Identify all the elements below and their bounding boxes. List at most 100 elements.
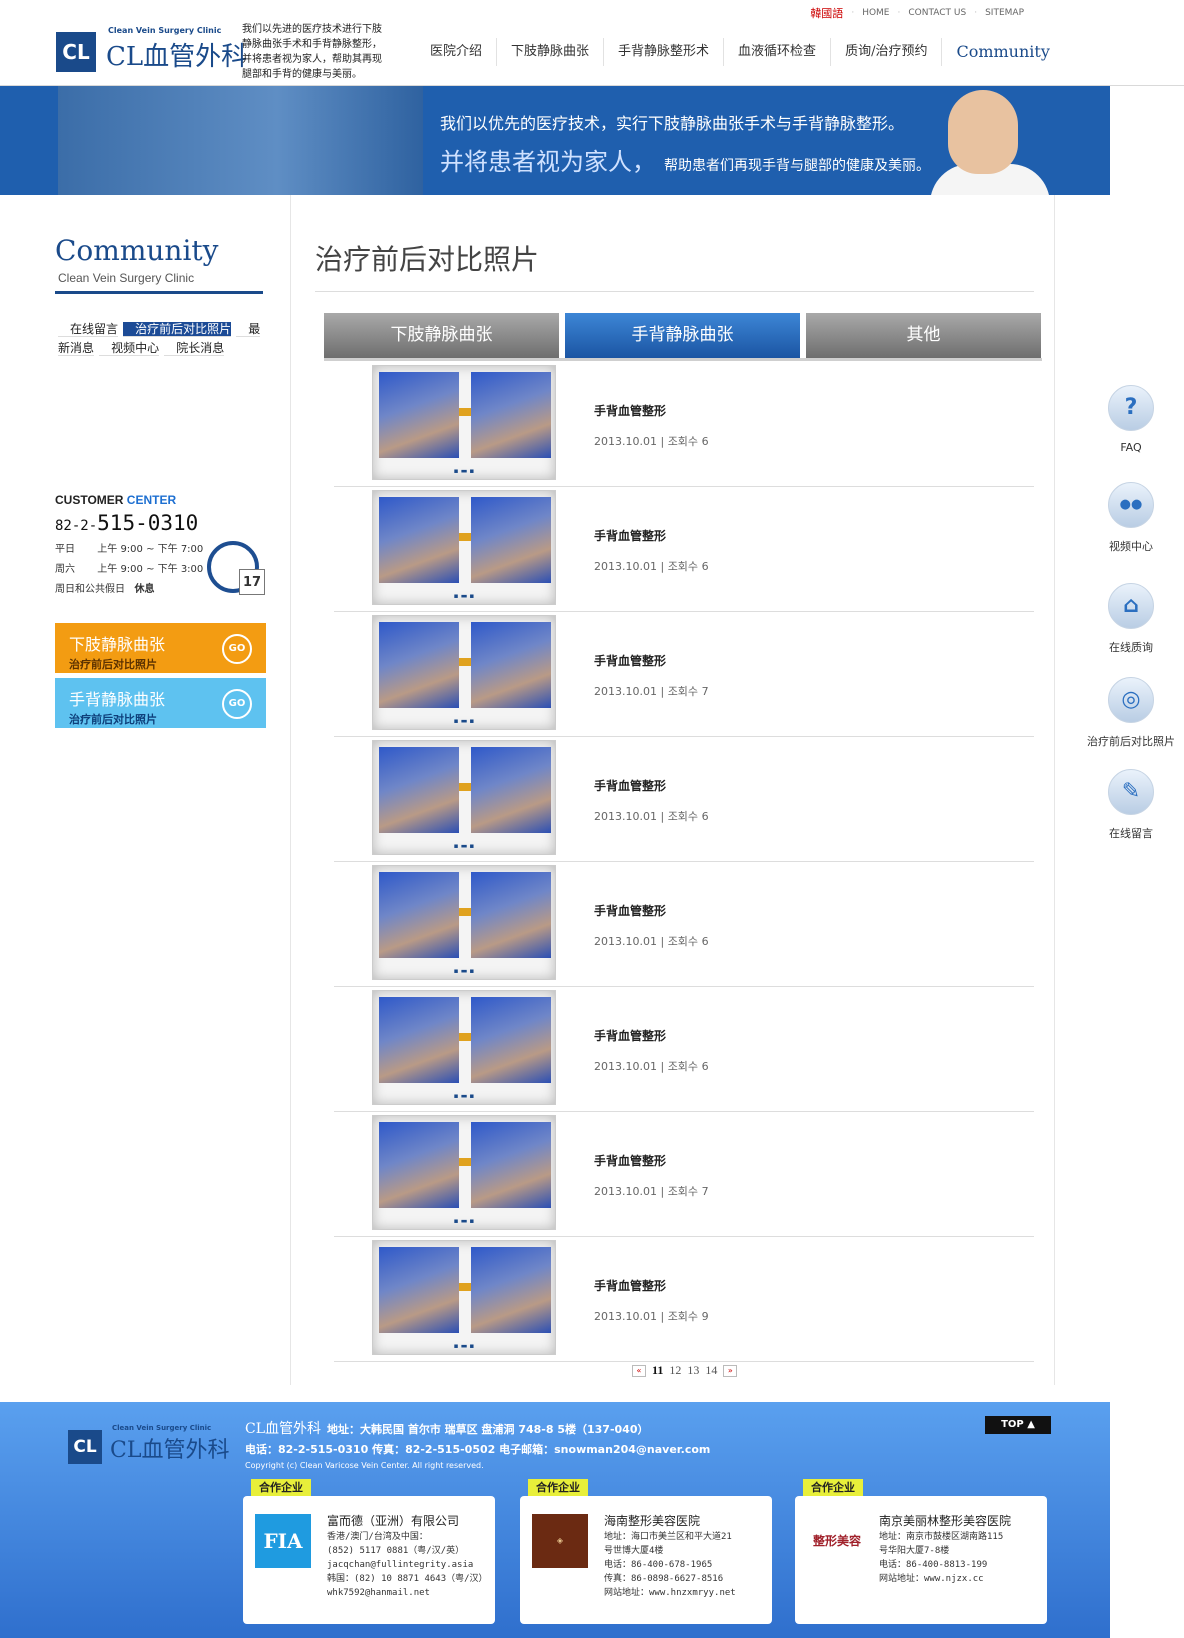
tab-leg-varicose[interactable]: 下肢静脉曲张 — [324, 313, 559, 358]
list-item[interactable]: ▪ ▬ ▪ 手背血管整形 2013.10.01 | 조회수 7 — [334, 612, 1034, 737]
list-item[interactable]: ▪ ▬ ▪ 手背血管整形 2013.10.01 | 조회수 7 — [334, 1112, 1034, 1237]
sidebar-item-before-after[interactable]: 治疗前后对比照片 — [123, 322, 232, 337]
sidebar-subtitle: Clean Vein Surgery Clinic — [58, 271, 195, 285]
nav-hospital-intro[interactable]: 医院介绍 — [416, 38, 498, 66]
post-title[interactable]: 手背血管整形 — [594, 902, 666, 919]
list-item[interactable]: ▪ ▬ ▪ 手背血管整形 2013.10.01 | 조회수 9 — [334, 1237, 1034, 1362]
category-tabs: 下肢静脉曲张 手背静脉曲张 其他 — [324, 313, 1041, 358]
customer-center: CUSTOMER CENTER 82-2-515-0310 平日 上午 9:00… — [55, 493, 265, 603]
hand-varicose-photos-banner[interactable]: 手背静脉曲张 治疗前后对比照片 GO — [55, 678, 266, 728]
partner-detail-line: 地址：海口市美兰区和平大道21 — [604, 1532, 732, 1542]
after-photo — [471, 1247, 551, 1333]
customer-center-title-b: CENTER — [126, 493, 177, 507]
partner-detail-line: 号华阳大厦7-8楼 — [879, 1546, 950, 1556]
list-item[interactable]: ▪ ▬ ▪ 手背血管整形 2013.10.01 | 조회수 6 — [334, 362, 1034, 487]
before-photo — [379, 622, 459, 708]
nav-community[interactable]: Community — [942, 38, 1063, 66]
before-after-thumbnail[interactable]: ▪ ▬ ▪ — [372, 490, 556, 605]
before-after-thumbnail[interactable]: ▪ ▬ ▪ — [372, 615, 556, 730]
post-title[interactable]: 手背血管整形 — [594, 1027, 666, 1044]
before-after-thumbnail[interactable]: ▪ ▬ ▪ — [372, 1115, 556, 1230]
quick-before-after[interactable]: ◎ 治疗前后对比照片 — [1078, 677, 1184, 749]
separator: · — [897, 8, 901, 18]
partner-card-nanjing[interactable]: 合作企业 整形美容 南京美丽林整形美容医院 地址：南京市鼓楼区湖南路115 号华… — [795, 1479, 1047, 1624]
page-link-12[interactable]: 12 — [669, 1363, 681, 1378]
partner-name: 富而德（亚洲）有限公司 — [327, 1514, 460, 1528]
arrow-right-icon — [459, 1033, 471, 1041]
footer-clinic-name: CL血管外科 — [245, 1421, 322, 1437]
nav-circulation-test[interactable]: 血液循环检查 — [724, 38, 832, 66]
partner-details: 香港/澳门/台湾及中国： (852) 5117 0881（粤/汉/英） jacq… — [327, 1530, 491, 1600]
post-meta: 2013.10.01 | 조회수 6 — [594, 810, 709, 823]
sidebar-item-director-news[interactable]: 院长消息 — [164, 341, 225, 356]
post-views: 7 — [701, 1185, 709, 1198]
before-photo — [379, 372, 459, 458]
title-divider — [315, 291, 1034, 292]
partner-card-hainan[interactable]: 合作企业 ◈ 海南整形美容医院 地址：海口市美兰区和平大道21 号世博大厦4楼 … — [520, 1479, 772, 1624]
thumbnail-watermark: ▪ ▬ ▪ — [453, 592, 475, 600]
tab-other[interactable]: 其他 — [806, 313, 1041, 358]
contact-us-link[interactable]: CONTACT US — [908, 8, 966, 18]
post-title[interactable]: 手背血管整形 — [594, 777, 666, 794]
post-meta: 2013.10.01 | 조회수 6 — [594, 560, 709, 573]
post-meta: 2013.10.01 | 조회수 9 — [594, 1310, 709, 1323]
back-to-top-button[interactable]: TOP ▲ — [985, 1416, 1051, 1434]
post-views: 6 — [701, 560, 709, 573]
site-logo[interactable]: CL Clean Vein Surgery Clinic CL血管外科 — [56, 26, 247, 72]
sidebar-item-video[interactable]: 视频中心 — [99, 341, 160, 356]
banner-line-2: 并将患者视为家人， 帮助患者们再现手背与腿部的健康及美丽。 — [440, 142, 930, 177]
footer-info: CL血管外科 地址：大韩民国 首尔市 瑞草区 盘浦洞 748-8 5楼（137-0… — [245, 1418, 710, 1470]
korean-language-link[interactable]: 韓國語 — [810, 5, 843, 21]
before-after-thumbnail[interactable]: ▪ ▬ ▪ — [372, 990, 556, 1105]
post-views-label: 조회수 — [667, 1185, 699, 1198]
before-photo — [379, 1122, 459, 1208]
nav-consult-booking[interactable]: 质询/治疗预约 — [831, 38, 943, 66]
page-link-14[interactable]: 14 — [705, 1363, 717, 1378]
before-after-thumbnail[interactable]: ▪ ▬ ▪ — [372, 365, 556, 480]
post-title[interactable]: 手背血管整形 — [594, 652, 666, 669]
post-views-label: 조회수 — [667, 935, 699, 948]
before-after-thumbnail[interactable]: ▪ ▬ ▪ — [372, 1240, 556, 1355]
site-footer: CL Clean Vein Surgery Clinic CL血管外科 CL血管… — [0, 1402, 1110, 1638]
before-after-thumbnail[interactable]: ▪ ▬ ▪ — [372, 740, 556, 855]
post-title[interactable]: 手背血管整形 — [594, 527, 666, 544]
list-item[interactable]: ▪ ▬ ▪ 手背血管整形 2013.10.01 | 조회수 6 — [334, 737, 1034, 862]
phone-number: 515-0310 — [97, 511, 199, 535]
list-item[interactable]: ▪ ▬ ▪ 手背血管整形 2013.10.01 | 조회수 6 — [334, 862, 1034, 987]
weekday-label: 平日 — [55, 544, 75, 555]
sidebar-item-guestbook[interactable]: 在线留言 — [58, 322, 119, 337]
post-title[interactable]: 手背血管整形 — [594, 1277, 666, 1294]
footer-copyright: Copyright (c) Clean Varicose Vein Center… — [245, 1461, 484, 1470]
phone-prefix: 82-2- — [55, 518, 98, 534]
list-item[interactable]: ▪ ▬ ▪ 手背血管整形 2013.10.01 | 조회수 6 — [334, 987, 1034, 1112]
quick-online-inquiry[interactable]: ⌂ 在线质询 — [1078, 583, 1184, 655]
logo-mark: CL — [56, 32, 96, 72]
partner-card-fia[interactable]: 合作企业 FIA 富而德（亚洲）有限公司 香港/澳门/台湾及中国： (852) … — [243, 1479, 495, 1624]
post-title[interactable]: 手背血管整形 — [594, 402, 666, 419]
partner-tag: 合作企业 — [528, 1479, 588, 1496]
list-item[interactable]: ▪ ▬ ▪ 手背血管整形 2013.10.01 | 조회수 6 — [334, 487, 1034, 612]
quick-video-center[interactable]: ●● 视频中心 — [1078, 482, 1184, 554]
thumbnail-watermark: ▪ ▬ ▪ — [453, 467, 475, 475]
partner-tag: 合作企业 — [251, 1479, 311, 1496]
quick-faq[interactable]: ? FAQ — [1078, 385, 1184, 454]
before-after-thumbnail[interactable]: ▪ ▬ ▪ — [372, 865, 556, 980]
nav-hand-vein-surgery[interactable]: 手背静脉整形术 — [604, 38, 725, 66]
quick-guestbook[interactable]: ✎ 在线留言 — [1078, 769, 1184, 841]
nav-leg-varicose[interactable]: 下肢静脉曲张 — [497, 38, 605, 66]
leg-varicose-photos-banner[interactable]: 下肢静脉曲张 治疗前后对比照片 GO — [55, 623, 266, 673]
post-date: 2013.10.01 — [594, 435, 657, 448]
tab-hand-varicose[interactable]: 手背静脉曲张 — [565, 313, 800, 358]
post-date: 2013.10.01 — [594, 1185, 657, 1198]
post-title[interactable]: 手背血管整形 — [594, 1152, 666, 1169]
arrow-right-icon — [459, 533, 471, 541]
photo-post-list: ▪ ▬ ▪ 手背血管整形 2013.10.01 | 조회수 6 ▪ ▬ ▪ 手背… — [334, 362, 1034, 1362]
next-page-button[interactable]: » — [723, 1364, 738, 1377]
prev-page-button[interactable]: « — [632, 1364, 646, 1377]
before-photo — [379, 747, 459, 833]
pagination: « 11 12 13 14 » — [632, 1363, 738, 1378]
sitemap-link[interactable]: SITEMAP — [985, 8, 1024, 18]
page-link-13[interactable]: 13 — [687, 1363, 699, 1378]
home-link[interactable]: HOME — [862, 8, 889, 18]
page-link-11[interactable]: 11 — [652, 1363, 663, 1378]
